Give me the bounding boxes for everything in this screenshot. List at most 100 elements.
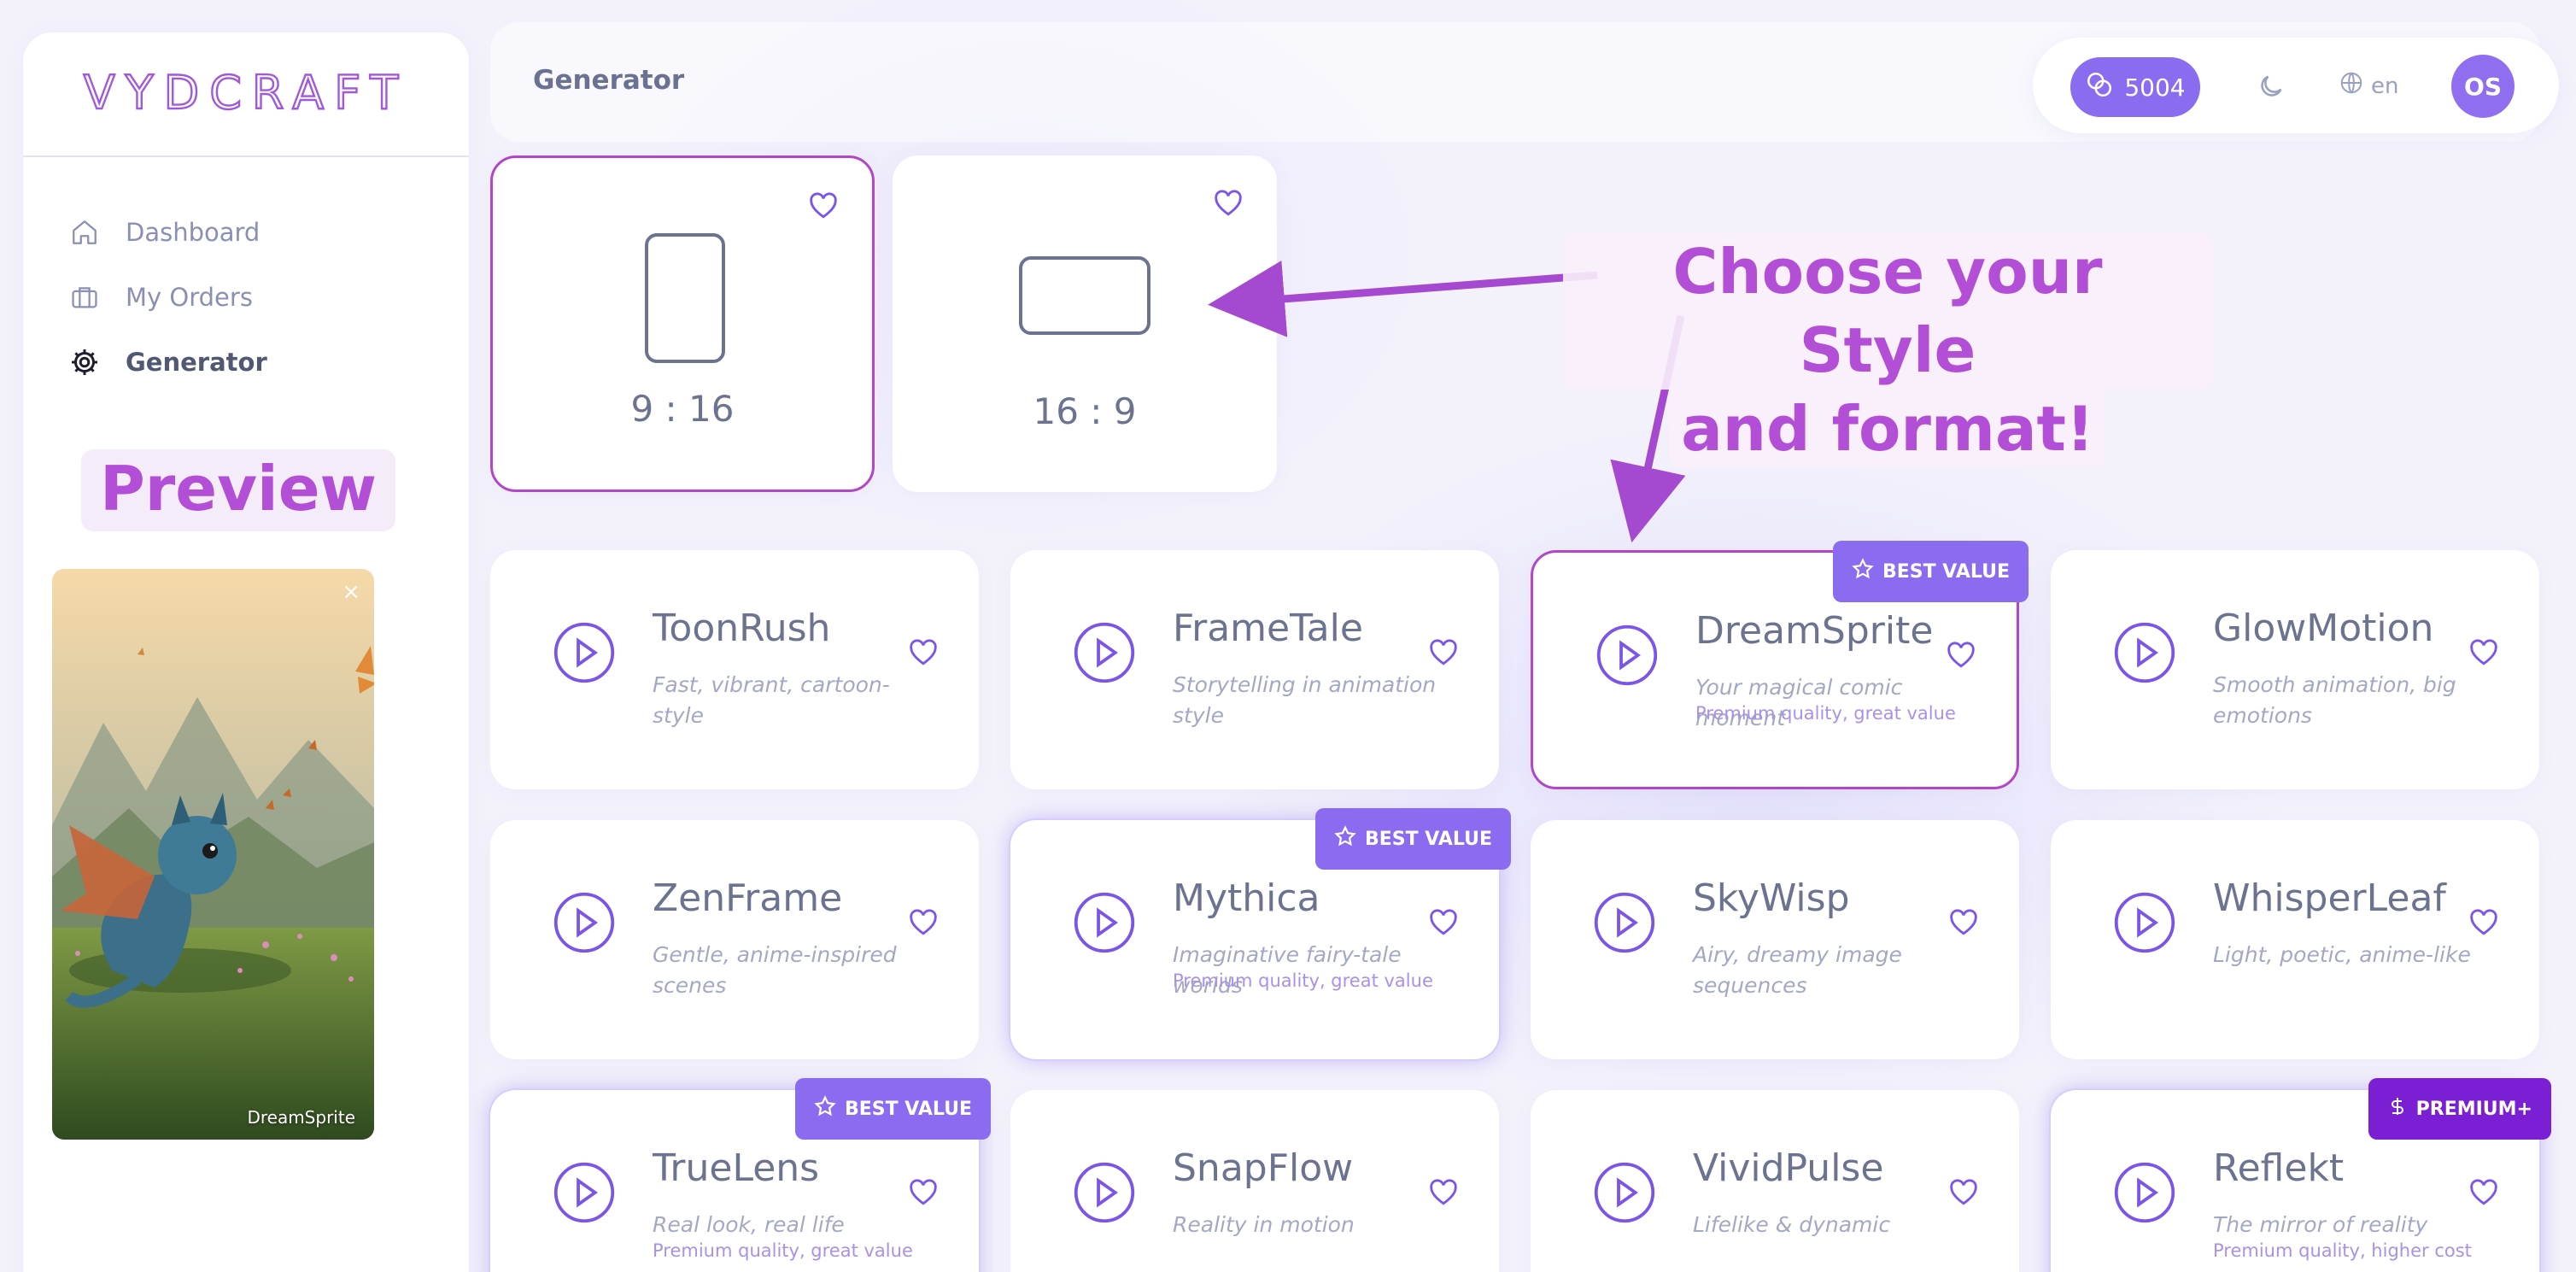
play-icon[interactable]: [1072, 620, 1137, 689]
style-card-snapflow[interactable]: SnapFlow Reality in motion: [1010, 1090, 1499, 1272]
dollar-icon: [2387, 1095, 2408, 1123]
play-icon[interactable]: [1595, 623, 1660, 691]
annotation-line-1: Choose your Style: [1563, 232, 2212, 390]
heart-icon[interactable]: [2469, 1179, 2498, 1210]
style-card-vividpulse[interactable]: VividPulse Lifelike & dynamic: [1531, 1090, 2019, 1272]
style-name: Mythica: [1173, 876, 1320, 920]
style-name: DreamSprite: [1695, 609, 1934, 653]
style-subtext: Premium quality, great value: [1173, 970, 1433, 991]
format-ratio-label: 16 : 9: [1033, 390, 1137, 432]
badge-label: BEST VALUE: [1365, 828, 1492, 850]
sidebar-item-dashboard[interactable]: Dashboard: [23, 200, 469, 265]
play-icon[interactable]: [552, 620, 617, 689]
star-icon: [814, 1095, 836, 1123]
style-card-glowmotion[interactable]: GlowMotion Smooth animation, big emotion…: [2051, 550, 2539, 789]
style-name: ToonRush: [653, 607, 831, 650]
style-description: Storytelling in animation style: [1173, 672, 1437, 728]
format-card-16-9[interactable]: 16 : 9: [893, 155, 1277, 492]
play-icon[interactable]: [1072, 1160, 1137, 1228]
premium-badge: PREMIUM+: [2368, 1078, 2551, 1140]
badge-label: BEST VALUE: [1882, 560, 2010, 583]
landscape-frame-icon: [1019, 256, 1150, 335]
style-description: Airy, dreamy image sequences: [1693, 942, 1902, 998]
sidebar-item-my-orders[interactable]: My Orders: [23, 265, 469, 330]
style-card-truelens[interactable]: TrueLens Real look, real life Premium qu…: [490, 1078, 991, 1272]
style-name: VividPulse: [1693, 1146, 1884, 1190]
style-name: FrameTale: [1173, 607, 1363, 650]
credits-count: 5004: [2124, 73, 2186, 102]
heart-icon[interactable]: [909, 639, 938, 670]
style-subtext: Premium quality, higher cost: [2213, 1240, 2472, 1261]
moon-icon[interactable]: [2257, 72, 2286, 104]
style-description: Light, poetic, anime-like: [2213, 942, 2471, 967]
heart-icon[interactable]: [1949, 1179, 1978, 1210]
style-description: Gentle, anime-inspired scenes: [653, 942, 897, 998]
sidebar-nav: Dashboard My Orders Generator: [23, 157, 469, 395]
logo-text: VYDCRAFT: [84, 68, 409, 120]
play-icon[interactable]: [1072, 890, 1137, 958]
heart-icon[interactable]: [809, 192, 838, 223]
gear-icon: [67, 345, 102, 379]
play-icon[interactable]: [1592, 890, 1657, 958]
style-description: Real look, real life: [653, 1212, 845, 1237]
style-name: ZenFrame: [653, 876, 843, 920]
play-icon[interactable]: [552, 1160, 617, 1228]
arrow-to-format: [1208, 261, 1598, 337]
heart-icon[interactable]: [2469, 909, 2498, 940]
badge-label: BEST VALUE: [845, 1098, 972, 1120]
play-icon[interactable]: [1592, 1160, 1657, 1228]
style-subtext: Premium quality, great value: [653, 1240, 913, 1261]
heart-icon[interactable]: [1949, 909, 1978, 940]
preview-label: Preview: [81, 449, 396, 531]
heart-icon[interactable]: [2469, 639, 2498, 670]
style-name: SkyWisp: [1693, 876, 1850, 920]
sidebar-item-generator[interactable]: Generator: [23, 330, 469, 395]
style-card-skywisp[interactable]: SkyWisp Airy, dreamy image sequences: [1531, 820, 2019, 1059]
play-icon[interactable]: [2112, 1160, 2177, 1228]
style-card-mythica[interactable]: Mythica Imaginative fairy-tale worlds Pr…: [1010, 808, 1511, 1059]
annotation-line-2: and format!: [1669, 390, 2106, 468]
globe-icon: [2339, 70, 2364, 102]
style-card-dreamsprite[interactable]: DreamSprite Your magical comic moment Pr…: [1531, 541, 2029, 789]
page-title: Generator: [533, 65, 685, 96]
top-bar: Generator 5004 en OS: [490, 22, 2559, 142]
language-selector[interactable]: en: [2339, 70, 2398, 102]
badge-label: PREMIUM+: [2415, 1098, 2532, 1120]
style-card-toonrush[interactable]: ToonRush Fast, vibrant, cartoon-style: [490, 550, 979, 789]
preview-image: [52, 569, 374, 1140]
language-label: en: [2371, 73, 2399, 99]
close-icon[interactable]: ×: [342, 579, 360, 605]
briefcase-icon: [67, 280, 102, 314]
style-card-reflekt[interactable]: Reflekt The mirror of reality Premium qu…: [2051, 1078, 2551, 1272]
heart-icon[interactable]: [1429, 639, 1458, 670]
best-value-badge: BEST VALUE: [795, 1078, 991, 1140]
play-icon[interactable]: [2112, 620, 2177, 689]
heart-icon[interactable]: [1429, 1179, 1458, 1210]
heart-icon[interactable]: [1947, 642, 1976, 672]
style-description: The mirror of reality: [2213, 1212, 2428, 1237]
credits-button[interactable]: 5004: [2070, 57, 2200, 117]
style-name: TrueLens: [653, 1146, 820, 1190]
best-value-badge: BEST VALUE: [1315, 808, 1511, 870]
logo[interactable]: VYDCRAFT: [23, 32, 469, 157]
style-name: SnapFlow: [1173, 1146, 1354, 1190]
preview-video[interactable]: × DreamSprite: [52, 569, 374, 1140]
coins-icon: [2085, 70, 2114, 105]
star-icon: [1334, 825, 1356, 853]
style-subtext: Premium quality, great value: [1695, 703, 1956, 724]
heart-icon[interactable]: [1214, 190, 1243, 220]
sidebar-item-label: My Orders: [126, 283, 253, 312]
heart-icon[interactable]: [909, 1179, 938, 1210]
home-icon: [67, 215, 102, 249]
style-card-frametale[interactable]: FrameTale Storytelling in animation styl…: [1010, 550, 1499, 789]
format-ratio-label: 9 : 16: [630, 388, 735, 430]
style-card-zenframe[interactable]: ZenFrame Gentle, anime-inspired scenes: [490, 820, 979, 1059]
format-card-9-16[interactable]: 9 : 16: [490, 155, 875, 492]
avatar[interactable]: OS: [2451, 55, 2515, 118]
style-card-whisperleaf[interactable]: WhisperLeaf Light, poetic, anime-like: [2051, 820, 2539, 1059]
heart-icon[interactable]: [909, 909, 938, 940]
play-icon[interactable]: [2112, 890, 2177, 958]
play-icon[interactable]: [552, 890, 617, 958]
preview-caption: DreamSprite: [247, 1107, 355, 1128]
heart-icon[interactable]: [1429, 909, 1458, 940]
